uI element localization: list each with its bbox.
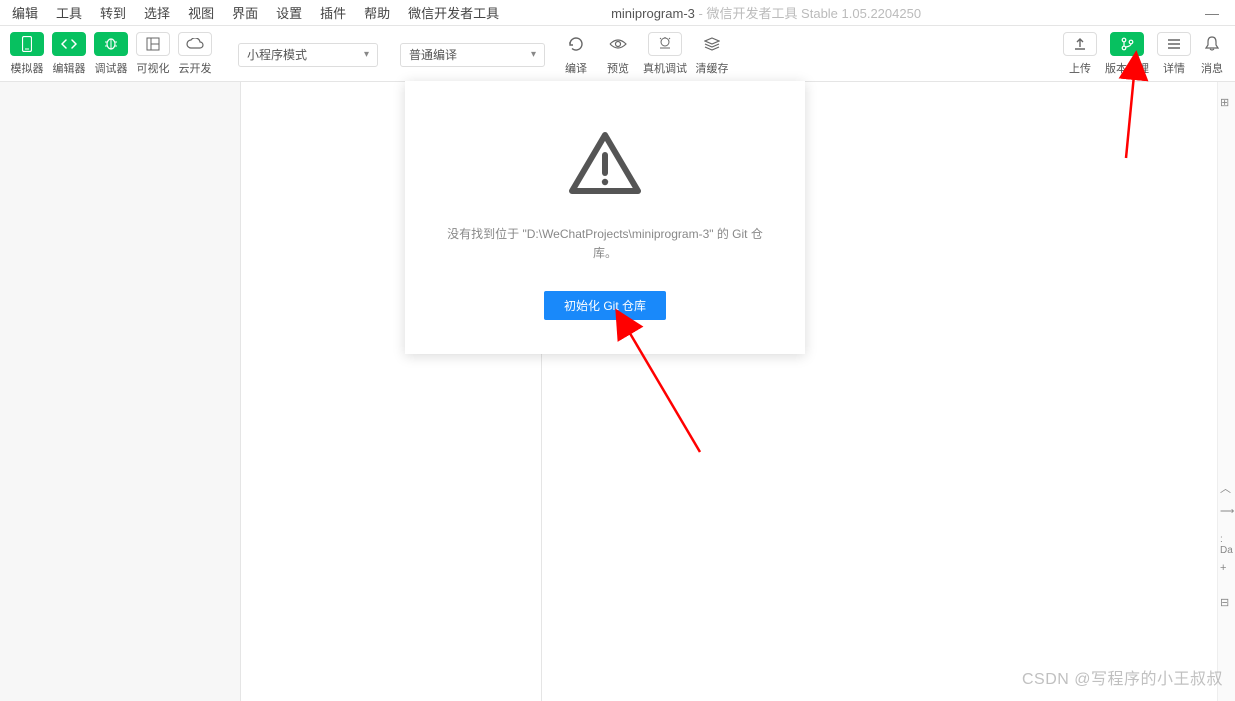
menu-edit[interactable]: 编辑 [4, 0, 46, 25]
title-project: miniprogram-3 [611, 6, 695, 21]
git-init-modal: 没有找到位于 "D:\WeChatProjects\miniprogram-3"… [405, 81, 805, 354]
phone-icon [22, 36, 32, 52]
dropdown-arrow-icon: ▾ [364, 49, 369, 60]
warning-icon [568, 131, 642, 195]
real-device-icon [657, 37, 673, 51]
window-title: miniprogram-3 - 微信开发者工具 Stable 1.05.2204… [509, 3, 1203, 22]
compile-button[interactable]: 编译 [559, 32, 593, 76]
visualize-button[interactable]: 可视化 [136, 32, 170, 76]
editor-button[interactable]: 编辑器 [52, 32, 86, 76]
toolbar: 模拟器 编辑器 调试器 可视化 云开发 小程序模式 ▾ 普通编译 ▾ 编 [0, 26, 1235, 82]
eye-icon [609, 38, 627, 50]
title-version: - 微信开发者工具 Stable 1.05.2204250 [695, 6, 921, 21]
refresh-icon [568, 36, 584, 52]
watermark: CSDN @写程序的小王叔叔 [1022, 665, 1223, 689]
preview-button[interactable]: 预览 [601, 32, 635, 76]
bug-icon [104, 38, 118, 50]
message-button[interactable]: 消息 [1199, 32, 1225, 76]
upload-icon [1073, 37, 1087, 51]
simulator-button[interactable]: 模拟器 [10, 32, 44, 76]
minimize-icon[interactable]: — [1205, 5, 1219, 21]
code-icon [61, 38, 77, 50]
cloud-icon [186, 38, 204, 50]
sidebar-text: : Da [1220, 534, 1235, 556]
left-panel [0, 82, 241, 701]
menu-goto[interactable]: 转到 [92, 0, 134, 25]
dropdown-arrow-icon: ▾ [531, 49, 536, 60]
window-controls: — [1205, 5, 1231, 21]
layout-icon [146, 37, 160, 51]
branch-icon [1120, 37, 1134, 51]
sidebar-up-icon[interactable]: ︿ [1220, 480, 1231, 496]
mode-select[interactable]: 小程序模式 ▾ [238, 43, 378, 67]
menu-ui[interactable]: 界面 [224, 0, 266, 25]
init-git-repo-button[interactable]: 初始化 Git 仓库 [544, 291, 666, 320]
layers-icon [704, 37, 720, 51]
bell-icon [1205, 36, 1219, 52]
menu-bar: 编辑 工具 转到 选择 视图 界面 设置 插件 帮助 微信开发者工具 minip… [0, 0, 1235, 26]
version-manage-button[interactable]: 版本管理 [1105, 32, 1149, 76]
menu-plugins[interactable]: 插件 [312, 0, 354, 25]
upload-button[interactable]: 上传 [1063, 32, 1097, 76]
menu-help[interactable]: 帮助 [356, 0, 398, 25]
modal-message: 没有找到位于 "D:\WeChatProjects\miniprogram-3"… [407, 225, 803, 263]
sidebar-plus-icon[interactable]: + [1220, 562, 1226, 574]
sidebar-panel-icon[interactable]: ⊞ [1220, 96, 1229, 109]
menu-select[interactable]: 选择 [136, 0, 178, 25]
compile-select[interactable]: 普通编译 ▾ [400, 43, 545, 67]
details-button[interactable]: 详情 [1157, 32, 1191, 76]
right-sidebar: ⊞ ︿ ⟶ : Da + ⊟ [1217, 82, 1235, 701]
menu-view[interactable]: 视图 [180, 0, 222, 25]
debugger-button[interactable]: 调试器 [94, 32, 128, 76]
menu-settings[interactable]: 设置 [268, 0, 310, 25]
menu-icon [1167, 38, 1181, 50]
menu-tools[interactable]: 工具 [48, 0, 90, 25]
sidebar-marker-icon: ⟶ [1220, 506, 1234, 517]
real-device-button[interactable]: 真机调试 [643, 32, 687, 76]
sidebar-collapse-icon[interactable]: ⊟ [1220, 596, 1229, 609]
clear-cache-button[interactable]: 清缓存 [695, 32, 729, 76]
cloud-dev-button[interactable]: 云开发 [178, 32, 212, 76]
menu-devtool-label: 微信开发者工具 [400, 0, 507, 25]
